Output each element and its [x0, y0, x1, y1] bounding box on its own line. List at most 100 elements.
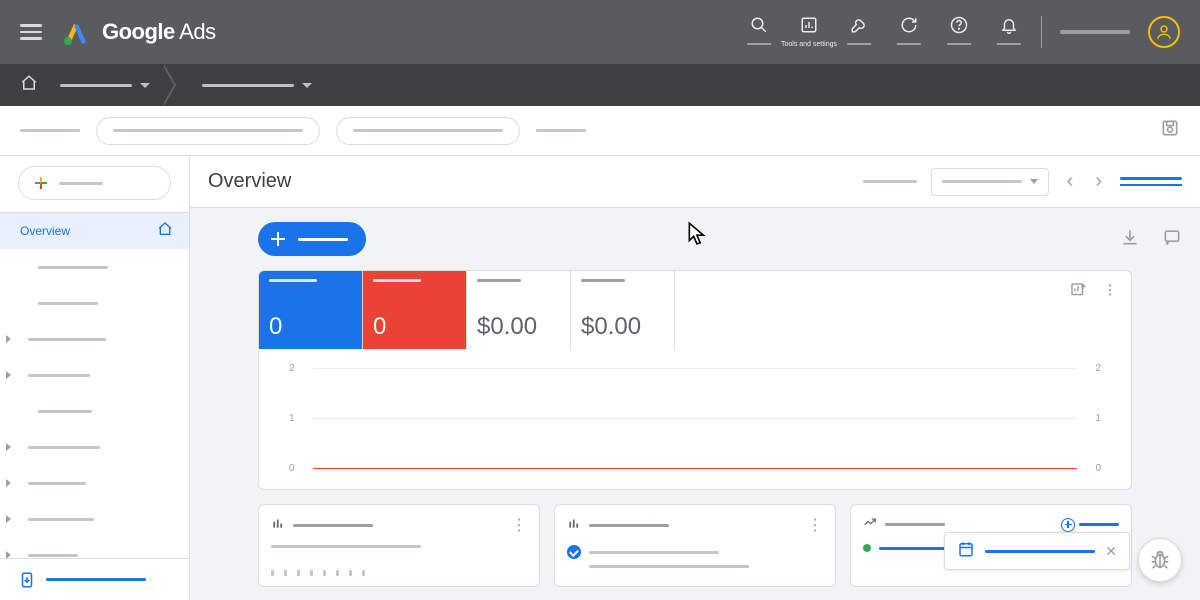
chevron-right-icon	[6, 443, 11, 451]
settings-button[interactable]	[845, 15, 873, 45]
plus-icon	[268, 229, 288, 249]
feedback-fab[interactable]	[1138, 538, 1182, 582]
breadcrumb-level-2[interactable]	[188, 83, 326, 88]
add-button[interactable]	[1061, 518, 1119, 532]
person-icon	[1155, 23, 1173, 41]
bug-icon	[1149, 549, 1171, 571]
sidebar-item-overview[interactable]: Overview	[0, 213, 189, 249]
summary-card: ⋮	[258, 504, 540, 587]
ads-logo-icon	[62, 18, 90, 46]
card-menu-button[interactable]	[1101, 281, 1119, 304]
summary-card: ⋮	[554, 504, 836, 587]
bar-chart-icon	[567, 516, 581, 535]
search-button[interactable]	[745, 15, 773, 45]
y-tick: 1	[1083, 413, 1101, 424]
add-chart-button[interactable]	[1069, 281, 1087, 304]
sidebar-item[interactable]	[0, 285, 189, 321]
metric-label	[581, 279, 625, 282]
sidebar-item[interactable]	[0, 501, 189, 537]
help-button[interactable]	[945, 15, 973, 45]
sidebar-item[interactable]	[0, 537, 189, 558]
date-range-popup[interactable]: ✕	[944, 532, 1130, 570]
page-title: Overview	[208, 170, 291, 193]
y-tick: 2	[289, 363, 307, 374]
new-button[interactable]	[18, 166, 171, 200]
plus-multicolor-icon	[33, 175, 49, 191]
avatar[interactable]	[1148, 16, 1180, 48]
sidebar-item-label: Overview	[20, 224, 70, 238]
feedback-button[interactable]	[1162, 227, 1182, 252]
chevron-down-icon	[140, 83, 150, 88]
metric-label	[373, 279, 421, 282]
metric-label	[269, 279, 317, 282]
tools-button[interactable]: Tools and settings	[795, 15, 823, 49]
home-icon[interactable]	[20, 74, 38, 97]
refresh-icon	[899, 15, 919, 35]
home-icon	[157, 221, 173, 242]
sparkbar	[271, 556, 527, 576]
save-icon[interactable]	[1160, 118, 1180, 143]
reports-icon	[799, 15, 819, 35]
sidebar-item[interactable]	[0, 465, 189, 501]
metric-tile-clicks[interactable]: 0	[259, 271, 363, 349]
actions-row	[190, 222, 1200, 270]
chevron-down-icon	[1030, 179, 1038, 184]
y-tick: 2	[1083, 363, 1101, 374]
overview-chart: 22 11 00	[259, 349, 1131, 489]
sidebar-item[interactable]	[0, 321, 189, 357]
chart-line-red	[313, 468, 1077, 469]
y-tick: 0	[1083, 463, 1101, 474]
sidebar: Overview	[0, 156, 190, 600]
date-range-select[interactable]	[931, 168, 1049, 196]
top-header: Google Ads Tools and settings	[0, 0, 1200, 64]
chevron-right-icon	[6, 551, 11, 558]
card-menu-button[interactable]: ⋮	[807, 515, 823, 535]
status-dot-active-icon	[863, 544, 871, 552]
sidebar-item[interactable]	[0, 429, 189, 465]
add-filter[interactable]	[536, 129, 586, 132]
breadcrumb	[0, 64, 1200, 106]
metric-value: 0	[269, 313, 352, 341]
metric-tile-avg-cpc[interactable]: $0.00	[571, 271, 675, 349]
plus-circle-icon	[1061, 518, 1075, 532]
search-icon	[749, 15, 769, 35]
sidebar-footer-link[interactable]	[0, 558, 189, 600]
account-name-placeholder[interactable]	[1060, 30, 1130, 34]
refresh-button[interactable]	[895, 15, 923, 45]
y-tick: 1	[289, 413, 307, 424]
metric-tile-impressions[interactable]: 0	[363, 271, 467, 349]
bar-chart-icon	[271, 516, 285, 535]
sidebar-item[interactable]	[0, 357, 189, 393]
prev-period-button[interactable]: ‹	[1063, 170, 1078, 193]
check-circle-icon	[567, 545, 581, 559]
card-title	[885, 523, 945, 526]
content-header: Overview ‹ ›	[190, 156, 1200, 208]
brand-text: Google Ads	[102, 19, 216, 45]
breadcrumb-level-1[interactable]	[46, 83, 164, 88]
close-icon[interactable]: ✕	[1105, 543, 1117, 560]
sidebar-item[interactable]	[0, 249, 189, 285]
download-button[interactable]	[1120, 227, 1140, 252]
overview-metrics-card: 0 0 $0.00 $0.00 2 2	[258, 270, 1132, 490]
metric-value: $0.00	[477, 313, 560, 341]
metric-value: $0.00	[581, 313, 664, 341]
filter-chip[interactable]	[336, 117, 520, 145]
metric-value: 0	[373, 313, 456, 341]
new-campaign-button[interactable]	[258, 222, 366, 256]
next-period-button[interactable]: ›	[1091, 170, 1106, 193]
header-divider	[1041, 16, 1042, 48]
filter-chip[interactable]	[96, 117, 320, 145]
header-link[interactable]	[1120, 177, 1182, 186]
metric-tile-cost[interactable]: $0.00	[467, 271, 571, 349]
chevron-right-icon	[6, 479, 11, 487]
sidebar-item[interactable]	[0, 393, 189, 429]
trend-icon	[863, 515, 877, 534]
header-icon-group: Tools and settings	[745, 15, 1023, 49]
card-menu-button[interactable]: ⋮	[511, 515, 527, 535]
metric-label	[477, 279, 521, 282]
menu-icon[interactable]	[20, 24, 42, 40]
calendar-icon	[957, 540, 975, 563]
card-title	[293, 524, 373, 527]
tools-label: Tools and settings	[781, 41, 837, 49]
notifications-button[interactable]	[995, 15, 1023, 45]
